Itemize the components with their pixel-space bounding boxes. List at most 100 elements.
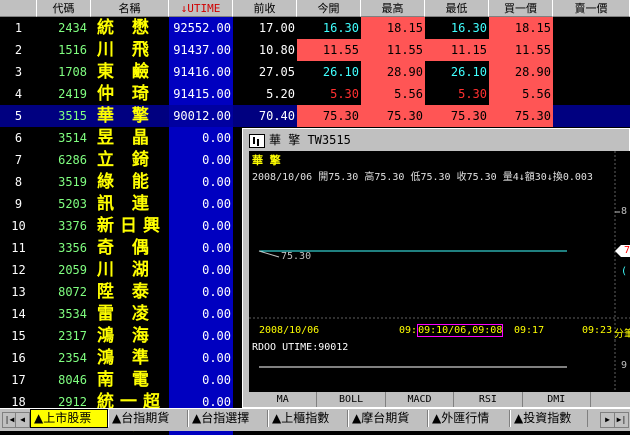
indicator-canvas	[259, 340, 616, 392]
prev-close-value: 17.00	[258, 21, 295, 35]
tab-2[interactable]: ▲台指選擇	[188, 410, 268, 427]
stock-code: 1708	[58, 65, 87, 79]
chart-date-left: 2008/10/06	[259, 325, 320, 336]
row-index: 11	[11, 241, 26, 255]
chart-window-title: 華 擎 TW3515	[269, 133, 351, 147]
utime-value: 0.00	[169, 215, 233, 237]
stock-code: 3519	[58, 175, 87, 189]
stock-code: 2354	[58, 351, 87, 365]
open-value: 26.10	[322, 65, 359, 79]
header-bid[interactable]: 買一價	[489, 0, 553, 17]
high-value: 5.56	[361, 83, 425, 105]
chart-window[interactable]: 華 擎 TW3515 華 擎 2008/10/06 開75.30 高75.30 …	[242, 128, 630, 408]
ask-value	[553, 61, 623, 83]
header-low[interactable]: 最低	[425, 0, 489, 17]
row-index: 10	[11, 219, 26, 233]
high-value: 18.15	[361, 17, 425, 39]
indicator-button-rsi[interactable]: RSI	[454, 392, 523, 407]
tab-6[interactable]: ▲投資指數	[510, 410, 588, 427]
row-index: 17	[11, 373, 26, 387]
stock-name: 川 飛	[97, 40, 155, 60]
tab-last-button[interactable]: ▶|	[614, 412, 629, 428]
stock-code: 3376	[58, 219, 87, 233]
tab-0[interactable]: ▲上市股票	[30, 409, 108, 428]
chart-time-3: 09:23	[582, 325, 613, 336]
axis-label-top: 8	[621, 206, 628, 217]
stock-name: 雷 凌	[97, 304, 155, 324]
header-open[interactable]: 今開	[297, 0, 361, 17]
stock-name: 南 電	[97, 370, 155, 390]
row-index: 8	[14, 175, 23, 189]
header-prev-close[interactable]: 前收	[233, 0, 297, 17]
stock-code: 2317	[58, 329, 87, 343]
prev-close-value: 5.20	[266, 87, 295, 101]
utime-value: 0.00	[169, 149, 233, 171]
utime-value: 0.00	[169, 281, 233, 303]
row-index: 6	[14, 131, 23, 145]
stock-code: 2419	[58, 87, 87, 101]
stock-name: 仲 琦	[97, 84, 155, 104]
row-index: 4	[14, 87, 23, 101]
open-value: 11.55	[297, 39, 361, 61]
stock-name: 新日興	[97, 216, 166, 236]
utime-value: 0.00	[169, 127, 233, 149]
stock-code: 8072	[58, 285, 87, 299]
row-index: 1	[14, 21, 23, 35]
tab-5[interactable]: ▲外匯行情	[428, 410, 510, 427]
tab-4[interactable]: ▲摩台期貨	[348, 410, 428, 427]
utime-value: 0.00	[169, 347, 233, 369]
table-row[interactable]: 2 1516 川 飛 91437.00 10.80 11.55 11.55 11.15 11.5…	[0, 39, 630, 61]
chart-app-icon	[249, 134, 265, 148]
indicator-panel[interactable]: RDOO UTIME:90012 9	[249, 340, 630, 392]
ask-value	[553, 83, 623, 105]
indicator-button-dmi[interactable]: DMI	[523, 392, 591, 407]
table-row[interactable]: 5 3515 華 擎 90012.00 70.40 75.30 75.30 75.30 75.3…	[0, 105, 630, 127]
header-index	[0, 0, 37, 17]
utime-value: 0.00	[169, 259, 233, 281]
row-index: 7	[14, 153, 23, 167]
stock-name: 鴻 海	[97, 326, 155, 346]
tab-3[interactable]: ▲上櫃指數	[268, 410, 348, 427]
low-value: 11.15	[425, 39, 489, 61]
chart-window-titlebar[interactable]: 華 擎 TW3515	[245, 131, 629, 150]
ask-value	[553, 105, 623, 127]
utime-value: 0.00	[169, 193, 233, 215]
tab-prev-button[interactable]: ◀	[15, 412, 30, 428]
bid-value: 11.55	[489, 39, 553, 61]
table-row[interactable]: 1 2434 統 懋 92552.00 17.00 16.30 18.15 16.30 18.1…	[0, 17, 630, 39]
indicator-button-boll[interactable]: BOLL	[317, 392, 386, 407]
low-value: 26.10	[450, 65, 487, 79]
stock-code: 2059	[58, 263, 87, 277]
stock-code: 1516	[58, 43, 87, 57]
header-ask[interactable]: 賣一價	[553, 0, 630, 17]
ask-value	[553, 39, 623, 61]
indicator-button-macd[interactable]: MACD	[386, 392, 455, 407]
price-chart[interactable]: 華 擎 2008/10/06 開75.30 高75.30 低75.30 收75.…	[249, 151, 630, 363]
header-high[interactable]: 最高	[361, 0, 425, 17]
utime-value: 92552.00	[169, 17, 233, 39]
tab-1[interactable]: ▲台指期貨	[108, 410, 188, 427]
header-name[interactable]: 名稱	[91, 0, 169, 17]
header-code[interactable]: 代碼	[37, 0, 91, 17]
open-value: 5.30	[330, 87, 359, 101]
tab-next-button[interactable]: ▶	[600, 412, 615, 428]
row-index: 13	[11, 285, 26, 299]
utime-value: 0.00	[169, 171, 233, 193]
stock-name: 川 湖	[97, 260, 155, 280]
chart-time-4: 分筆	[614, 329, 630, 340]
stock-name: 統 懋	[97, 18, 155, 38]
header-utime[interactable]: ↓UTIME	[169, 0, 233, 17]
utime-value: 91415.00	[169, 83, 233, 105]
axis-label-paren: (	[621, 266, 628, 277]
stock-name: 綠 能	[97, 172, 155, 192]
table-row[interactable]: 3 1708 東 鹼 91416.00 27.05 26.10 28.90 26.10 28.9…	[0, 61, 630, 83]
utime-value: 91416.00	[169, 61, 233, 83]
row-index: 5	[14, 109, 23, 123]
stock-name: 鴻 準	[97, 348, 155, 368]
bid-value: 5.56	[489, 83, 553, 105]
stock-name: 華 擎	[97, 106, 155, 126]
stock-code: 6286	[58, 153, 87, 167]
indicator-button-ma[interactable]: MA	[249, 392, 318, 407]
bid-value: 75.30	[489, 105, 553, 127]
table-row[interactable]: 4 2419 仲 琦 91415.00 5.20 5.30 5.56 5.30 5.56	[0, 83, 630, 105]
